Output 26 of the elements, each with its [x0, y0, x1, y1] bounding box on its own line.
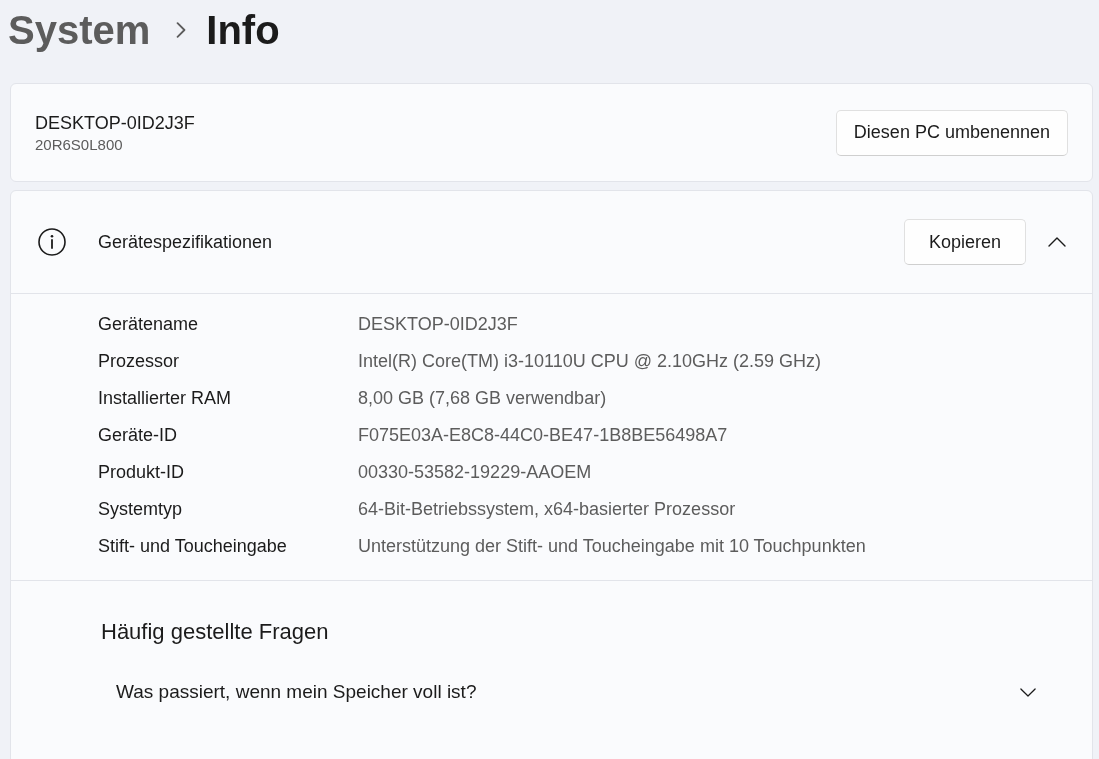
breadcrumb-link[interactable]: System [8, 7, 151, 53]
chevron-up-icon[interactable] [1048, 237, 1066, 247]
spec-label: Gerätename [98, 314, 200, 335]
spec-value: Intel(R) Core(TM) i3-10110U CPU @ 2.10GHz (2.59 GHz) [358, 351, 822, 372]
spec-label: Installierter RAM [98, 388, 233, 409]
info-icon [38, 228, 66, 256]
faq-item[interactable]: Was passiert, wenn mein Speicher voll ist? [101, 681, 1036, 703]
device-name: DESKTOP-0ID2J3F [35, 111, 195, 135]
chevron-right-icon [176, 22, 187, 38]
spec-label: Prozessor [98, 351, 181, 372]
faq-heading: Häufig gestellte Fragen [101, 619, 329, 645]
page-title: Info [206, 7, 280, 53]
spec-label: Stift- und Toucheingabe [98, 536, 288, 557]
spec-label: Geräte-ID [98, 425, 179, 446]
spec-value: 8,00 GB (7,68 GB verwendbar) [358, 388, 607, 409]
rename-button[interactable]: Diesen PC umbenennen [835, 109, 1068, 156]
spec-value: Unterstützung der Stift- und Toucheingabe mit 10 Touchpunkten [358, 536, 866, 557]
spec-label: Produkt-ID [98, 462, 186, 483]
spec-value: DESKTOP-0ID2J3F [358, 314, 518, 335]
spec-label: Systemtyp [98, 499, 184, 520]
spec-value: 64-Bit-Betriebssystem, x64-basierter Prozessor [358, 499, 736, 520]
copy-button[interactable]: Kopieren [903, 219, 1026, 265]
section-title: Gerätespezifikationen [98, 231, 273, 253]
spec-value: 00330-53582-19229-AAOEM [358, 462, 592, 483]
device-model: 20R6S0L800 [35, 134, 123, 155]
spec-value: F075E03A-E8C8-44C0-BE47-1B8BE56498A7 [358, 425, 728, 446]
